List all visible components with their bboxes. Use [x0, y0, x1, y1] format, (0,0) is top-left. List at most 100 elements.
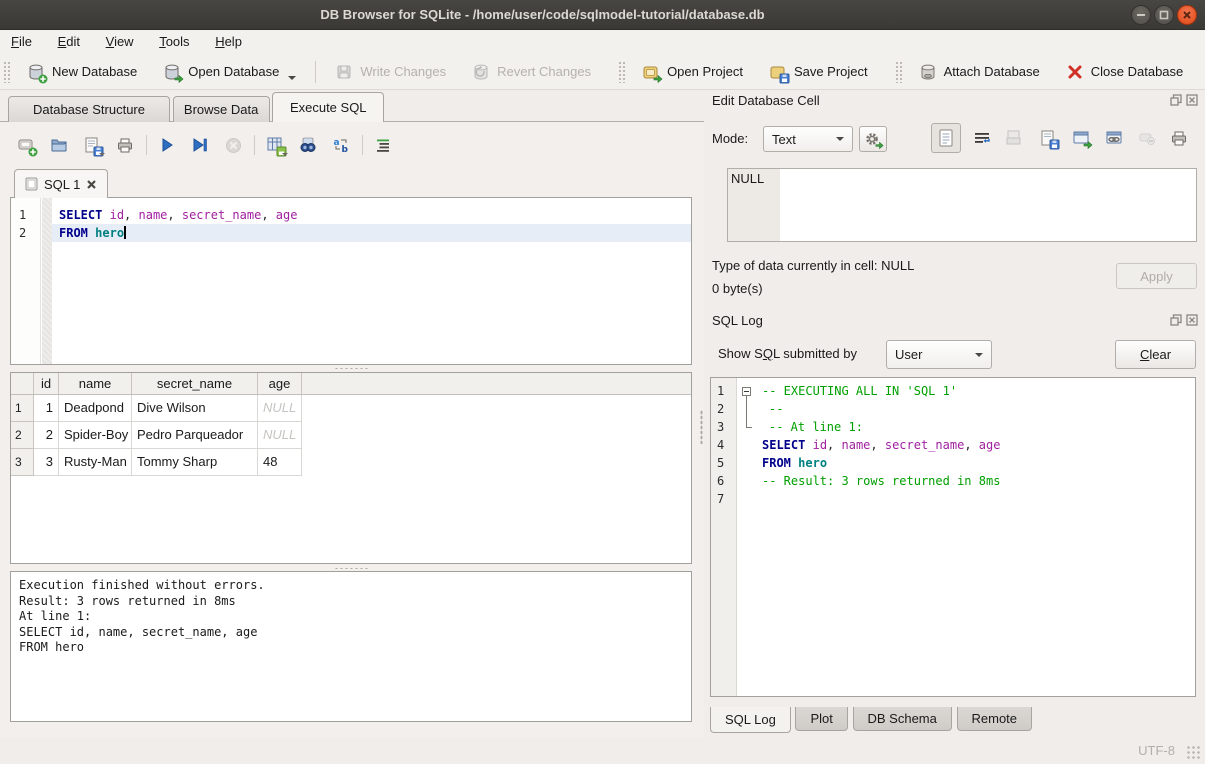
- export-cell-button[interactable]: [1034, 125, 1062, 151]
- stop-button[interactable]: [219, 132, 247, 158]
- sql-log-view[interactable]: 1 2 3 4 5 6 7 -- EXECUTING ALL IN 'SQL 1…: [710, 377, 1196, 697]
- minimize-button[interactable]: [1131, 5, 1151, 25]
- menu-view[interactable]: View: [95, 30, 145, 54]
- column-header-id[interactable]: id: [34, 373, 59, 394]
- execution-message-box[interactable]: Execution finished without errors. Resul…: [10, 571, 692, 722]
- tab-browse-data[interactable]: Browse Data: [173, 96, 270, 122]
- word-wrap-button[interactable]: [968, 125, 996, 151]
- row-number[interactable]: 2: [11, 422, 34, 449]
- close-button[interactable]: [1177, 5, 1197, 25]
- toolbar-drag-handle[interactable]: [3, 61, 11, 83]
- new-database-button[interactable]: New Database: [14, 57, 150, 87]
- cell-id[interactable]: 2: [34, 422, 59, 449]
- close-dock-icon[interactable]: [1186, 94, 1198, 106]
- save-project-icon: [769, 63, 787, 81]
- cell-age[interactable]: NULL: [258, 395, 302, 422]
- execute-line-button[interactable]: [186, 132, 214, 158]
- log-filter-select[interactable]: User: [886, 340, 992, 369]
- cell-editor[interactable]: NULL: [727, 168, 1197, 242]
- encoding-indicator[interactable]: UTF-8: [1138, 743, 1175, 758]
- splitter-main-dock[interactable]: [697, 90, 707, 737]
- format-icon: [374, 136, 392, 154]
- sql-code-editor[interactable]: 1 2 SELECT id, name, secret_name, age FR…: [10, 197, 692, 365]
- open-database-dropdown-icon[interactable]: [288, 76, 296, 80]
- replace-button[interactable]: ab: [327, 132, 355, 158]
- apply-button[interactable]: Apply: [1116, 263, 1197, 289]
- find-button[interactable]: [294, 132, 322, 158]
- close-tab-icon[interactable]: [86, 179, 97, 190]
- corner-header[interactable]: [11, 373, 34, 394]
- tab-execute-sql[interactable]: Execute SQL: [272, 92, 384, 122]
- menu-tools[interactable]: Tools: [148, 30, 200, 54]
- results-grid[interactable]: id name secret_name age 1 1 Deadpond Div…: [10, 372, 692, 564]
- close-dock-icon[interactable]: [1186, 314, 1198, 326]
- save-dropdown-icon[interactable]: [99, 153, 105, 156]
- toolbar-drag-handle[interactable]: [895, 61, 903, 83]
- print-button[interactable]: [111, 132, 139, 158]
- save-project-button[interactable]: Save Project: [756, 57, 881, 87]
- menu-file[interactable]: File: [0, 30, 43, 54]
- save-results-dropdown-icon[interactable]: [282, 153, 288, 156]
- format-sql-button[interactable]: [369, 132, 397, 158]
- dock-tab-remote[interactable]: Remote: [957, 707, 1033, 731]
- log-line: SELECT id, name, secret_name, age: [755, 436, 1195, 454]
- write-changes-button[interactable]: Write Changes: [322, 57, 459, 87]
- revert-changes-button[interactable]: Revert Changes: [459, 57, 604, 87]
- resize-grip[interactable]: [1187, 746, 1201, 760]
- open-sql-file-button[interactable]: [45, 132, 73, 158]
- splitter-editor-results[interactable]: [10, 364, 692, 372]
- open-in-external-button[interactable]: [1067, 125, 1095, 151]
- auto-switch-mode-button[interactable]: [859, 126, 887, 152]
- cell-age[interactable]: 48: [258, 449, 302, 476]
- header-filler: [302, 373, 691, 394]
- float-dock-icon[interactable]: [1170, 314, 1182, 326]
- dock-tab-sql-log[interactable]: SQL Log: [710, 707, 791, 733]
- cell-name[interactable]: Spider-Boy: [59, 422, 132, 449]
- float-dock-icon[interactable]: [1170, 94, 1182, 106]
- cell-secret-name[interactable]: Pedro Parqueador: [132, 422, 258, 449]
- menu-edit[interactable]: Edit: [47, 30, 91, 54]
- fold-collapse-icon[interactable]: [742, 387, 751, 396]
- cell-age[interactable]: NULL: [258, 422, 302, 449]
- import-cell-button[interactable]: [1000, 125, 1028, 151]
- close-database-button[interactable]: Close Database: [1053, 57, 1197, 87]
- cell-id[interactable]: 3: [34, 449, 59, 476]
- cell-secret-name[interactable]: Dive Wilson: [132, 395, 258, 422]
- log-line-number-gutter: 1 2 3 4 5 6 7: [711, 378, 737, 696]
- row-number[interactable]: 3: [11, 449, 34, 476]
- maximize-button[interactable]: [1154, 5, 1174, 25]
- toolbar-drag-handle[interactable]: [618, 61, 626, 83]
- row-number[interactable]: 1: [11, 395, 34, 422]
- log-line: --: [755, 400, 1195, 418]
- sql-editor-tab[interactable]: SQL 1: [14, 169, 108, 198]
- attach-database-button[interactable]: Attach Database: [906, 57, 1053, 87]
- results-header-row: id name secret_name age: [11, 373, 691, 395]
- set-null-button[interactable]: [1133, 125, 1161, 151]
- dock-tab-db-schema[interactable]: DB Schema: [853, 707, 952, 731]
- dock-tab-plot[interactable]: Plot: [795, 707, 847, 731]
- cell-id[interactable]: 1: [34, 395, 59, 422]
- cell-name[interactable]: Deadpond: [59, 395, 132, 422]
- text-mode-button[interactable]: [931, 123, 961, 153]
- clear-log-button[interactable]: Clear: [1115, 340, 1196, 369]
- tab-database-structure[interactable]: Database Structure: [8, 96, 170, 122]
- column-header-name[interactable]: name: [59, 373, 132, 394]
- cell-secret-name[interactable]: Tommy Sharp: [132, 449, 258, 476]
- mode-select[interactable]: Text: [763, 126, 853, 152]
- log-code-area[interactable]: -- EXECUTING ALL IN 'SQL 1' -- -- At lin…: [755, 378, 1195, 696]
- menu-help[interactable]: Help: [204, 30, 253, 54]
- open-as-link-button[interactable]: [1100, 125, 1128, 151]
- column-header-secret-name[interactable]: secret_name: [132, 373, 258, 394]
- new-sql-tab-button[interactable]: [12, 132, 40, 158]
- set-null-icon: [1138, 129, 1156, 147]
- open-project-button[interactable]: Open Project: [629, 57, 756, 87]
- cell-name[interactable]: Rusty-Man: [59, 449, 132, 476]
- print-cell-button[interactable]: [1165, 125, 1193, 151]
- column-header-age[interactable]: age: [258, 373, 302, 394]
- execute-all-button[interactable]: [153, 132, 181, 158]
- open-database-button[interactable]: Open Database: [150, 57, 309, 87]
- code-area[interactable]: SELECT id, name, secret_name, age FROM h…: [52, 198, 691, 364]
- save-sql-file-button[interactable]: [78, 132, 106, 158]
- titlebar[interactable]: DB Browser for SQLite - /home/user/code/…: [0, 0, 1205, 30]
- save-results-button[interactable]: [261, 132, 289, 158]
